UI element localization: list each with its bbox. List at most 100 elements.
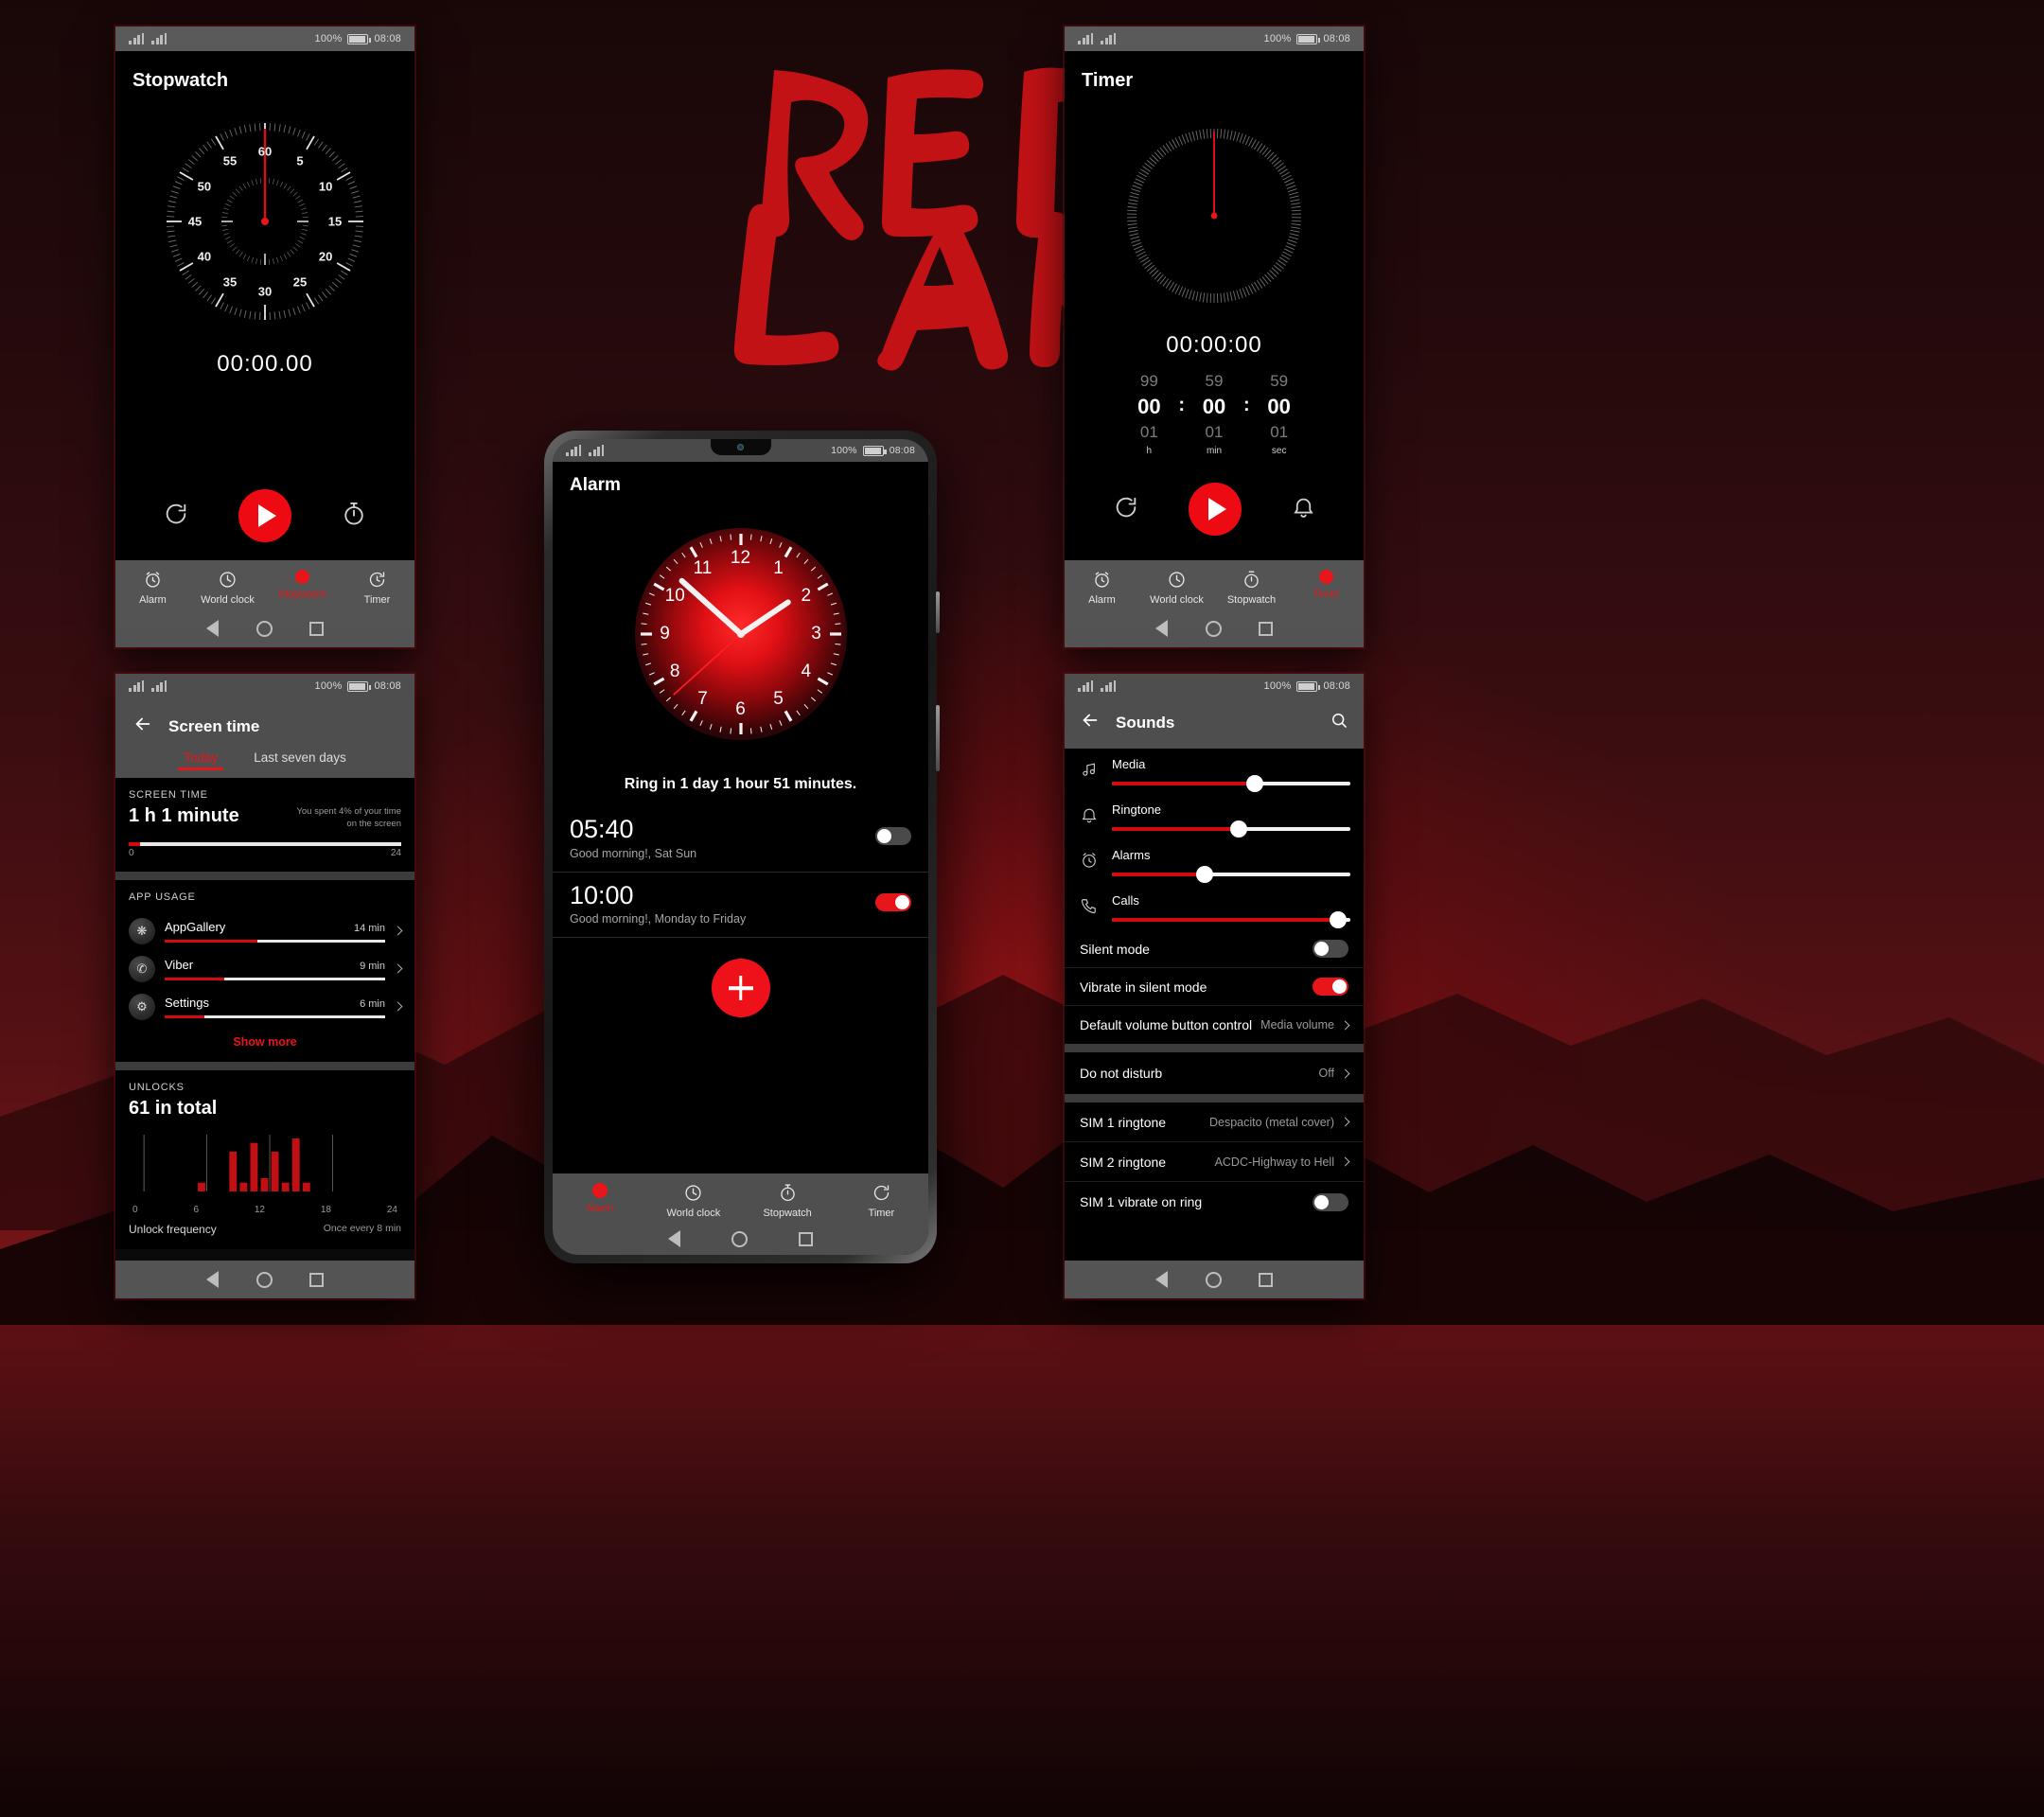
volume-slider-row[interactable]: Calls bbox=[1065, 885, 1364, 930]
volume-slider[interactable] bbox=[1112, 911, 1350, 928]
volume-slider-row[interactable]: Ringtone bbox=[1065, 794, 1364, 839]
slider-knob[interactable] bbox=[1246, 775, 1264, 792]
alarm-toggle[interactable] bbox=[875, 892, 911, 911]
volume-hardware-button[interactable] bbox=[936, 591, 940, 633]
slider-label: Calls bbox=[1112, 893, 1139, 908]
nav-tab-alarm[interactable]: Alarm bbox=[1065, 570, 1139, 606]
back-arrow-icon[interactable] bbox=[1080, 710, 1101, 735]
back-nav-icon[interactable] bbox=[205, 620, 219, 637]
setting-toggle-row[interactable]: Silent mode bbox=[1065, 930, 1364, 968]
row-value: ACDC-Highway to Hell bbox=[1214, 1155, 1334, 1169]
volume-slider[interactable] bbox=[1112, 866, 1350, 883]
viber-icon: ✆ bbox=[129, 955, 155, 982]
axis-tick: 12 bbox=[254, 1204, 265, 1215]
nav-tab-timer[interactable]: Timer bbox=[835, 1183, 928, 1219]
recents-nav-icon[interactable] bbox=[798, 1231, 813, 1246]
nav-tab-timer[interactable]: Timer bbox=[340, 570, 414, 606]
reset-icon[interactable] bbox=[1113, 494, 1139, 525]
slider-label: Media bbox=[1112, 757, 1146, 771]
ringtone-row[interactable]: SIM 1 ringtone Despacito (metal cover) bbox=[1065, 1103, 1364, 1142]
home-nav-icon[interactable] bbox=[1205, 620, 1222, 637]
recents-nav-icon[interactable] bbox=[1259, 621, 1274, 636]
dial-label: 30 bbox=[257, 284, 273, 299]
lap-icon[interactable] bbox=[341, 501, 367, 532]
timer-picker-column[interactable]: 59 00 01 min bbox=[1185, 372, 1243, 456]
slider-knob[interactable] bbox=[1229, 820, 1247, 838]
chevron-right-icon bbox=[393, 963, 403, 974]
setting-link-row[interactable]: Default volume button control Media volum… bbox=[1065, 1006, 1364, 1044]
alarm-list-item[interactable]: 10:00 Good morning!, Monday to Friday bbox=[553, 873, 928, 939]
timer-picker-column[interactable]: 59 00 01 sec bbox=[1250, 372, 1309, 456]
back-nav-icon[interactable] bbox=[1154, 1271, 1168, 1288]
volume-slider[interactable] bbox=[1112, 775, 1350, 792]
timer-picker-column[interactable]: 99 00 01 h bbox=[1119, 372, 1178, 456]
system-nav-bar bbox=[1065, 1261, 1364, 1298]
do-not-disturb-row[interactable]: Do not disturb Off bbox=[1065, 1052, 1364, 1094]
slider-label: Ringtone bbox=[1112, 803, 1162, 817]
recents-nav-icon[interactable] bbox=[309, 621, 325, 636]
sim1-vibrate-row[interactable]: SIM 1 vibrate on ring bbox=[1065, 1182, 1364, 1222]
signal-icon bbox=[129, 33, 144, 44]
recents-nav-icon[interactable] bbox=[309, 1272, 325, 1287]
clock-bottom-nav: Alarm World clock Stopwatch Timer bbox=[553, 1173, 928, 1223]
volume-slider-row[interactable]: Media bbox=[1065, 749, 1364, 794]
alarm-list-item[interactable]: 05:40 Good morning!, Sat Sun bbox=[553, 806, 928, 873]
alarm-toggle[interactable] bbox=[875, 827, 911, 845]
back-arrow-icon[interactable] bbox=[132, 714, 153, 739]
nav-tab-timer[interactable]: Timer bbox=[1289, 570, 1364, 600]
slider-knob[interactable] bbox=[1330, 911, 1348, 928]
nav-tab-stopwatch[interactable]: Stopwatch bbox=[265, 570, 340, 600]
home-nav-icon[interactable] bbox=[256, 1271, 273, 1288]
home-nav-icon[interactable] bbox=[731, 1230, 748, 1247]
volume-slider[interactable] bbox=[1112, 820, 1350, 838]
row-label: SIM 1 ringtone bbox=[1080, 1114, 1167, 1130]
start-button[interactable] bbox=[238, 489, 291, 542]
nav-tab-alarm[interactable]: Alarm bbox=[115, 570, 190, 606]
app-usage-row[interactable]: ❋ AppGallery 14 min bbox=[129, 912, 403, 950]
setting-toggle-row[interactable]: Vibrate in silent mode bbox=[1065, 968, 1364, 1006]
back-nav-icon[interactable] bbox=[205, 1271, 219, 1288]
signal-icon-2 bbox=[1101, 33, 1116, 44]
app-duration: 9 min bbox=[360, 960, 385, 972]
power-hardware-button[interactable] bbox=[936, 705, 940, 771]
volume-slider-row[interactable]: Alarms bbox=[1065, 839, 1364, 885]
nav-tab-alarm[interactable]: Alarm bbox=[553, 1183, 646, 1214]
ringtone-row[interactable]: SIM 2 ringtone ACDC-Highway to Hell bbox=[1065, 1142, 1364, 1182]
search-icon[interactable] bbox=[1330, 711, 1348, 734]
picker-separator: : bbox=[1243, 395, 1250, 415]
row-value: Despacito (metal cover) bbox=[1209, 1115, 1334, 1129]
nav-label: World clock bbox=[1150, 594, 1204, 606]
back-nav-icon[interactable] bbox=[668, 1230, 681, 1247]
nav-tab-world-clock[interactable]: World clock bbox=[1139, 570, 1214, 606]
nav-tab-stopwatch[interactable]: Stopwatch bbox=[1214, 570, 1289, 606]
tab-today[interactable]: Today bbox=[178, 750, 224, 770]
picker-above: 59 bbox=[1205, 372, 1224, 390]
nav-tab-world-clock[interactable]: World clock bbox=[190, 570, 265, 606]
back-nav-icon[interactable] bbox=[1154, 620, 1168, 637]
chevron-right-icon bbox=[1340, 1020, 1350, 1030]
sounds-settings-screenshot: 100% 08:08 Sounds Media Ringtone Alarms Cal… bbox=[1065, 674, 1364, 1298]
recents-nav-icon[interactable] bbox=[1259, 1272, 1274, 1287]
home-nav-icon[interactable] bbox=[1205, 1271, 1222, 1288]
nav-tab-world-clock[interactable]: World clock bbox=[646, 1183, 740, 1219]
app-usage-row[interactable]: ✆ Viber 9 min bbox=[129, 950, 403, 988]
clock-number: 5 bbox=[773, 689, 784, 710]
show-more-button[interactable]: Show more bbox=[129, 1035, 401, 1049]
tab-last-seven-days[interactable]: Last seven days bbox=[254, 750, 346, 770]
timer-picker[interactable]: 99 00 01 h: 59 00 01 min: 59 00 01 sec bbox=[1065, 372, 1364, 456]
alarm-clock-icon bbox=[1080, 851, 1099, 874]
row-value: Media volume bbox=[1260, 1018, 1334, 1032]
setting-toggle[interactable] bbox=[1313, 940, 1348, 958]
nav-tab-stopwatch[interactable]: Stopwatch bbox=[741, 1183, 835, 1219]
setting-toggle[interactable] bbox=[1313, 978, 1348, 996]
bell-icon[interactable] bbox=[1291, 494, 1316, 524]
home-nav-icon[interactable] bbox=[256, 620, 273, 637]
slider-knob[interactable] bbox=[1196, 866, 1214, 883]
add-alarm-button[interactable] bbox=[711, 959, 770, 1018]
sim1-vibrate-toggle[interactable] bbox=[1313, 1192, 1348, 1211]
start-button[interactable] bbox=[1188, 483, 1242, 536]
signal-icon-2 bbox=[1101, 680, 1116, 692]
unlocks-bar-chart bbox=[129, 1129, 401, 1203]
app-usage-row[interactable]: ⚙ Settings 6 min bbox=[129, 988, 403, 1026]
reset-icon[interactable] bbox=[163, 501, 189, 532]
